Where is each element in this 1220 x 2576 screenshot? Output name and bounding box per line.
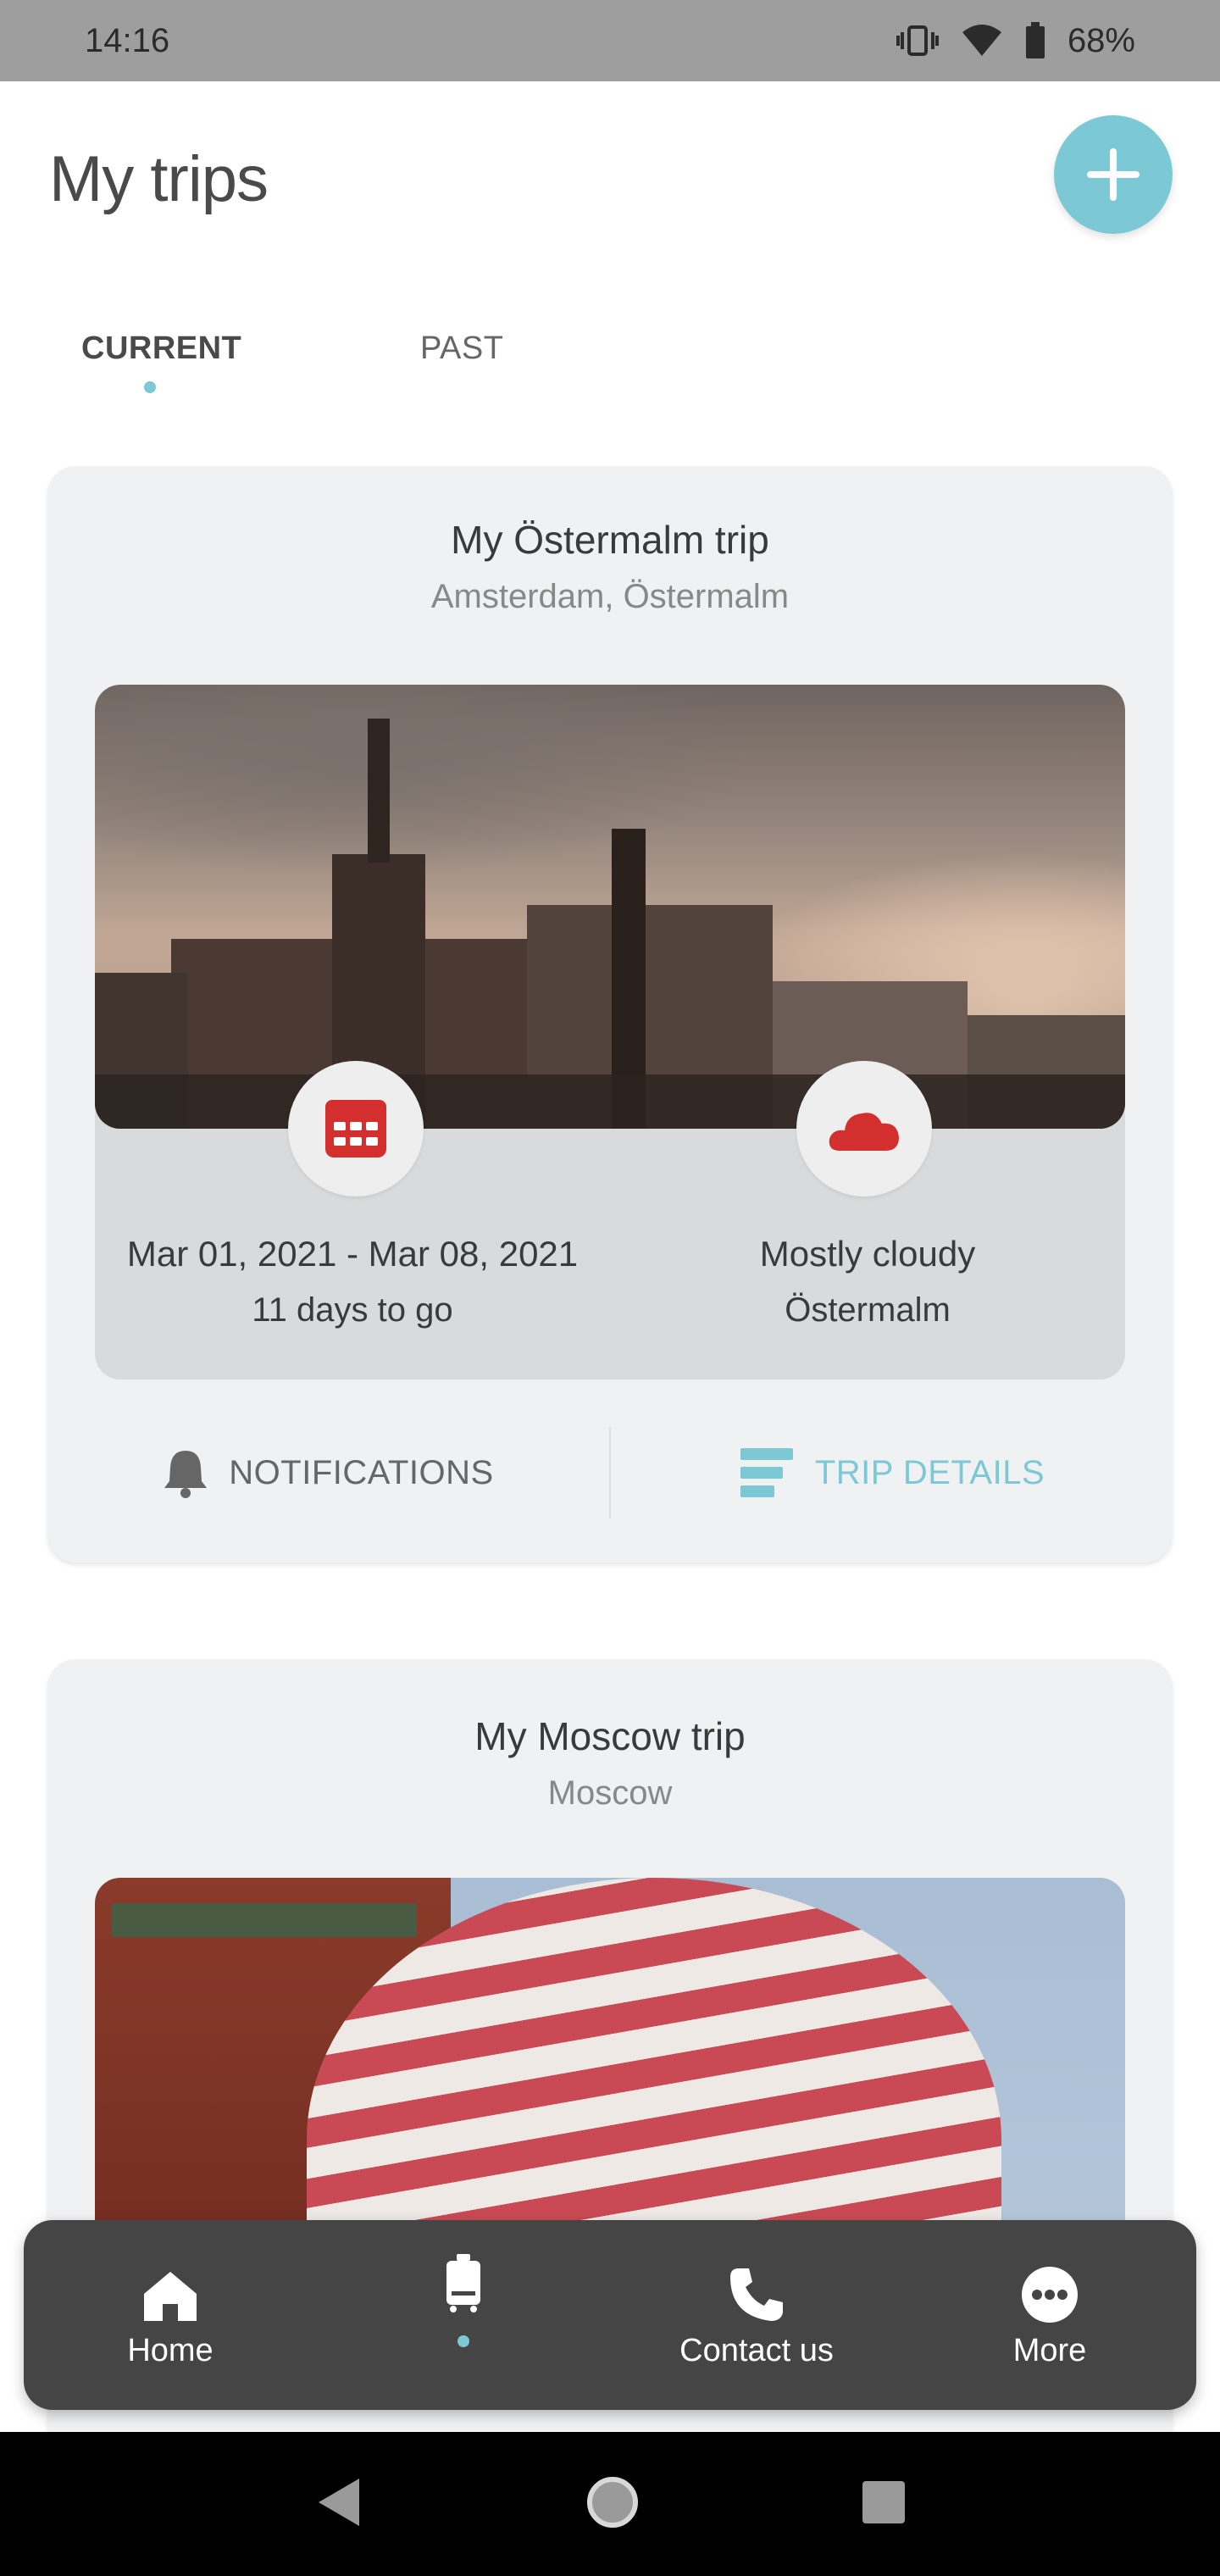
back-icon[interactable] (313, 2475, 364, 2534)
status-bar: 14:16 68% (0, 0, 1220, 81)
notifications-label: NOTIFICATIONS (229, 1453, 494, 1491)
active-nav-indicator (458, 2335, 469, 2347)
status-icons: 68% (896, 22, 1135, 60)
trip-title: My Moscow trip (474, 1714, 746, 1758)
weather-icon-badge (796, 1061, 932, 1196)
battery-icon (1025, 22, 1045, 59)
add-trip-button[interactable] (1054, 115, 1173, 234)
phone-icon (730, 2268, 783, 2321)
tab-past-label: PAST (420, 330, 504, 366)
nav-more[interactable]: More (923, 2220, 1177, 2410)
bottom-nav: Home Contact us More (24, 2220, 1196, 2410)
page-title: My trips (49, 143, 269, 215)
home-icon (144, 2272, 197, 2321)
trip-summary-panel: Mar 01, 2021 - Mar 08, 2021 11 days to g… (95, 685, 1125, 1380)
trip-countdown: 11 days to go (252, 1291, 453, 1329)
weather-location: Östermalm (785, 1291, 951, 1329)
luggage-icon (446, 2254, 480, 2312)
notifications-button[interactable]: NOTIFICATIONS (47, 1447, 609, 1498)
plus-icon (1087, 148, 1140, 201)
trip-details-label: TRIP DETAILS (814, 1453, 1045, 1491)
nav-contact[interactable]: Contact us (629, 2220, 884, 2410)
recents-icon[interactable] (861, 2479, 907, 2529)
trip-title: My Östermalm trip (451, 518, 769, 562)
cloud-icon (829, 1113, 899, 1151)
system-nav-bar (0, 2432, 1220, 2576)
trip-location: Amsterdam, Östermalm (430, 578, 790, 615)
more-icon (1022, 2267, 1078, 2323)
tab-current-label: CURRENT (81, 330, 242, 366)
trip-details-button[interactable]: TRIP DETAILS (611, 1445, 1173, 1501)
tab-current[interactable]: CURRENT (81, 330, 420, 393)
list-icon (740, 1448, 793, 1497)
wifi-icon (961, 24, 1003, 58)
home-circle-icon[interactable] (585, 2474, 640, 2534)
vibrate-icon (896, 24, 939, 58)
nav-home[interactable]: Home (43, 2220, 297, 2410)
weather-condition: Mostly cloudy (759, 1234, 976, 1274)
status-time: 14:16 (85, 21, 170, 59)
nav-home-label: Home (127, 2333, 214, 2368)
tab-past[interactable]: PAST (420, 330, 759, 367)
battery-percent: 68% (1067, 21, 1135, 59)
trip-photo (95, 685, 1125, 1129)
active-tab-indicator (144, 381, 156, 393)
trip-tabs: CURRENT PAST (81, 330, 759, 393)
trip-dates: Mar 01, 2021 - Mar 08, 2021 (126, 1234, 579, 1274)
calendar-icon-badge (288, 1061, 424, 1196)
trip-card[interactable]: My Östermalm trip Amsterdam, Östermalm M… (47, 466, 1173, 1563)
trip-location: Moscow (547, 1774, 673, 1812)
trip-actions: NOTIFICATIONS TRIP DETAILS (47, 1422, 1173, 1524)
calendar-icon (325, 1100, 386, 1158)
screen: 14:16 68% My trips CURRENT PAST My Öster… (0, 0, 1220, 2576)
nav-contact-label: Contact us (679, 2333, 834, 2368)
nav-trips[interactable] (336, 2220, 591, 2410)
bell-icon (164, 1451, 208, 1498)
nav-more-label: More (1012, 2333, 1087, 2368)
